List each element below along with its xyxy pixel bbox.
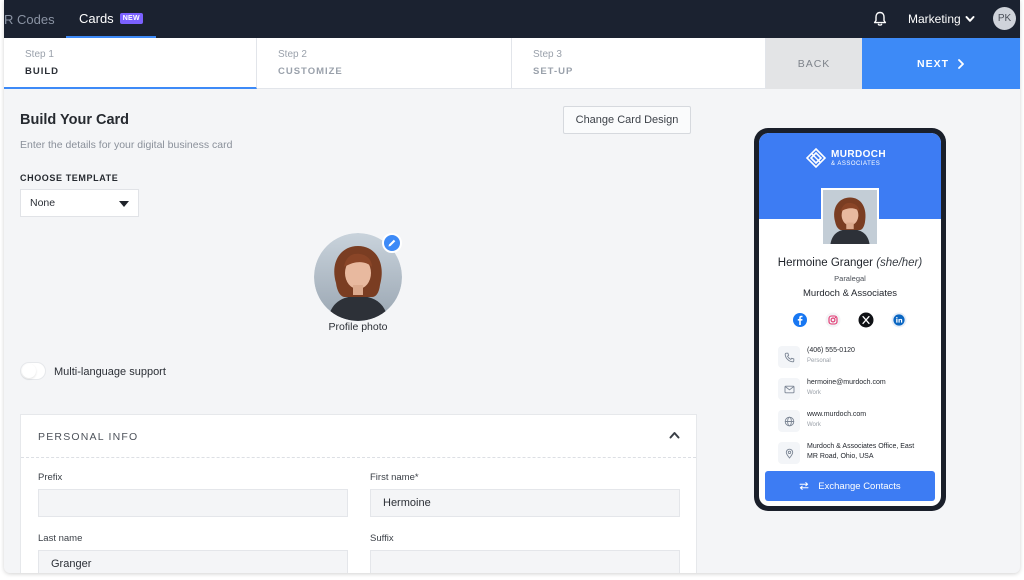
exchange-contacts-label: Exchange Contacts [818,480,901,492]
card-preview-screen: MURDOCH & ASSOCIATES Hermoine Granger (s… [759,133,941,506]
step-build[interactable]: Step 1 BUILD [4,38,257,89]
contact-value: www.murdoch.com [807,411,867,418]
back-label: BACK [797,57,831,70]
card-photo [821,188,879,246]
prefix-input[interactable] [38,489,348,517]
contact-value: hermoine@murdoch.com [807,379,886,386]
suffix-label: Suffix [370,533,394,544]
template-select[interactable]: None [20,189,139,217]
mail-icon [778,378,800,400]
chevron-down-icon [965,16,975,22]
phone-icon [778,346,800,368]
back-button[interactable]: BACK [766,38,862,89]
multi-language-label: Multi-language support [54,366,166,378]
prefix-label: Prefix [38,472,63,483]
step-number: Step 3 [533,49,562,60]
change-card-design-label: Change Card Design [575,114,679,126]
linkedin-icon[interactable] [891,312,907,328]
step-name: SET-UP [533,66,574,77]
pencil-icon [388,239,396,247]
last-name-input[interactable]: Granger [38,550,348,573]
stepper: Step 1 BUILD Step 2 CUSTOMIZE Step 3 SET… [4,38,1020,89]
swap-icon [799,482,809,490]
contact-website-row[interactable]: www.murdoch.com Work [778,410,938,432]
card-pronouns: (she/her) [876,257,923,269]
new-badge: NEW [119,12,143,24]
next-label: NEXT [916,57,949,70]
contact-value-line2: MR Road, Ohio, USA [807,453,874,460]
bell-icon[interactable] [873,11,887,27]
card-preview-phone: MURDOCH & ASSOCIATES Hermoine Granger (s… [754,128,946,511]
step-name: BUILD [25,66,60,77]
app-frame: R Codes Cards NEW Marketing PK Step 1 BU… [4,0,1020,573]
page-title: Build Your Card [20,112,130,128]
template-label: CHOOSE TEMPLATE [20,173,119,183]
contact-value: (406) 555-0120 [807,347,855,354]
contact-address-row[interactable]: Murdoch & Associates Office, East MR Roa… [778,442,938,464]
company-logo-icon [806,148,826,168]
location-icon [778,442,800,464]
section-heading: PERSONAL INFO [38,431,139,443]
change-card-design-button[interactable]: Change Card Design [563,106,691,134]
contact-value-line1: Murdoch & Associates Office, East [807,443,915,450]
template-value: None [30,197,56,209]
logo-line2: & ASSOCIATES [831,161,881,167]
profile-photo-label: Profile photo [328,321,388,333]
tab-cards[interactable]: Cards NEW [66,0,156,38]
globe-icon [778,410,800,432]
card-name: Hermoine Granger (she/her) [759,257,941,269]
step-name: CUSTOMIZE [278,66,343,77]
first-name-label: First name* [370,472,419,483]
facebook-icon[interactable] [792,312,808,328]
tab-label: Cards [79,10,114,26]
step-number: Step 1 [25,49,54,60]
profile-photo[interactable] [314,233,404,323]
multi-language-toggle[interactable] [20,362,46,380]
step-setup[interactable]: Step 3 SET-UP [512,38,766,89]
user-initials: PK [997,13,1012,24]
exchange-contacts-button[interactable]: Exchange Contacts [765,471,935,501]
card-company: Murdoch & Associates [803,288,897,299]
org-name: Marketing [908,12,961,26]
user-avatar[interactable]: PK [993,7,1016,30]
contact-phone-row[interactable]: (406) 555-0120 Personal [778,346,938,368]
logo-line1: MURDOCH [831,149,887,160]
personal-info-header[interactable]: PERSONAL INFO [21,415,696,458]
instagram-icon[interactable] [825,312,841,328]
next-button[interactable]: NEXT [862,38,1020,89]
contact-email-row[interactable]: hermoine@murdoch.com Work [778,378,938,400]
contact-type: Personal [807,358,831,364]
toggle-knob [22,364,36,378]
tab-label: R Codes [4,11,55,27]
chevron-up-icon[interactable] [669,431,680,439]
suffix-input[interactable] [370,550,680,573]
page-subtitle: Enter the details for your digital busin… [20,139,233,151]
step-customize[interactable]: Step 2 CUSTOMIZE [257,38,512,89]
org-switcher[interactable]: Marketing [908,0,975,38]
contact-type: Work [807,390,821,396]
edit-photo-button[interactable] [382,233,402,253]
caret-down-icon [119,201,129,207]
x-icon[interactable] [858,312,874,328]
contact-type: Work [807,422,821,428]
last-name-label: Last name [38,533,83,544]
card-full-name: Hermoine Granger [777,257,873,269]
top-nav: R Codes Cards NEW Marketing PK [4,0,1020,38]
card-role: Paralegal [834,274,866,283]
tab-qr-codes[interactable]: R Codes [4,0,55,38]
chevron-right-icon [958,58,964,69]
first-name-input[interactable]: Hermoine [370,489,680,517]
personal-info-section: PERSONAL INFO Prefix First name* Hermoin… [20,414,697,573]
step-number: Step 2 [278,49,307,60]
